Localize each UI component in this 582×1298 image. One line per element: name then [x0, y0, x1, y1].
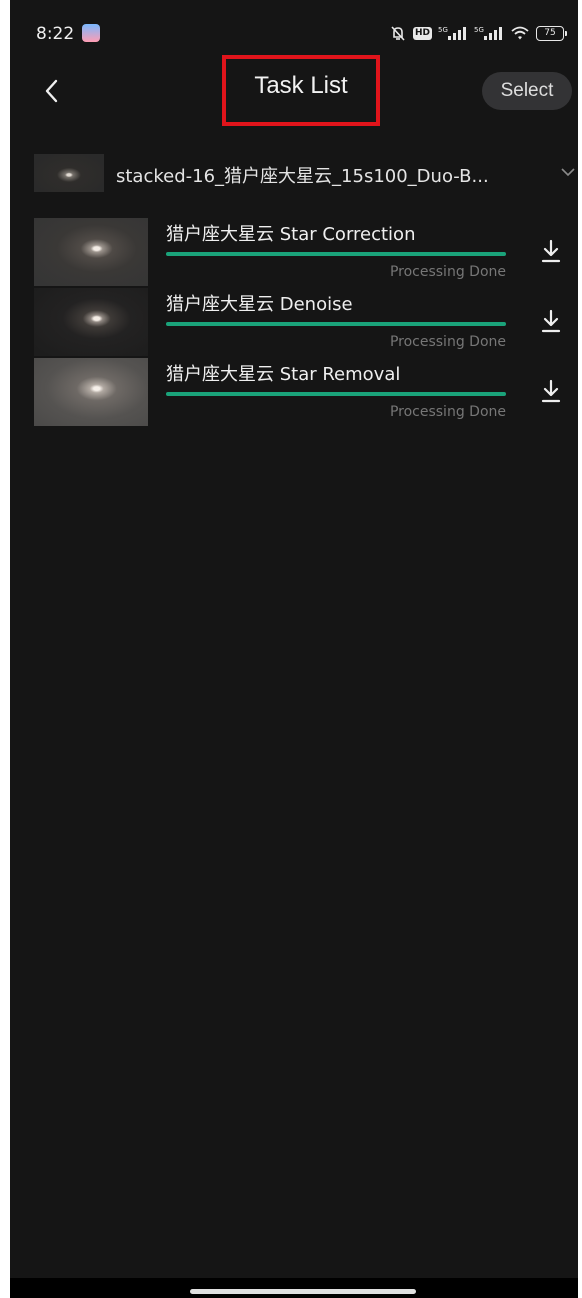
task-title: 猎户座大星云 Denoise — [166, 294, 353, 315]
select-button[interactable]: Select — [482, 72, 572, 110]
wifi-icon — [510, 25, 530, 41]
battery-icon: 75 — [536, 25, 567, 41]
app-notification-icon — [82, 24, 100, 42]
file-name: stacked-16_猎户座大星云_15s100_Duo-B... — [116, 166, 489, 187]
task-status: Processing Done — [389, 404, 506, 420]
signal-label: 5G — [474, 26, 484, 34]
task-item[interactable]: 猎户座大星云 Star Correction Processing Done — [32, 218, 578, 286]
hd-icon: HD — [412, 26, 432, 40]
signal-5g-icon: 5G — [438, 25, 468, 41]
progress-bar — [166, 252, 506, 256]
screen: 8:22 HD 5G 5G 75 Task List Select stacke… — [10, 0, 578, 1298]
progress-fill — [166, 322, 506, 326]
download-icon[interactable] — [540, 378, 562, 406]
task-status: Processing Done — [389, 334, 506, 350]
signal-label: 5G — [438, 26, 448, 34]
page-title: Task List — [254, 72, 348, 99]
navigation-bar — [10, 1278, 578, 1298]
progress-bar — [166, 392, 506, 396]
signal-5g-icon: 5G — [474, 25, 504, 41]
task-item[interactable]: 猎户座大星云 Denoise Processing Done — [32, 288, 578, 356]
task-thumbnail — [34, 288, 148, 356]
download-icon[interactable] — [540, 308, 562, 336]
task-status: Processing Done — [389, 264, 506, 280]
back-button[interactable] — [40, 74, 70, 108]
task-thumbnail — [34, 358, 148, 426]
status-time: 8:22 — [36, 24, 75, 44]
download-icon[interactable] — [540, 238, 562, 266]
progress-fill — [166, 392, 506, 396]
home-indicator[interactable] — [190, 1289, 416, 1294]
task-title: 猎户座大星云 Star Correction — [166, 224, 416, 245]
task-item[interactable]: 猎户座大星云 Star Removal Processing Done — [32, 358, 578, 426]
bell-off-icon — [389, 24, 407, 42]
progress-bar — [166, 322, 506, 326]
task-thumbnail — [34, 218, 148, 286]
file-selector[interactable]: stacked-16_猎户座大星云_15s100_Duo-B... — [32, 152, 578, 196]
status-icons: HD 5G 5G 75 — [389, 24, 567, 42]
progress-fill — [166, 252, 506, 256]
status-bar: 8:22 HD 5G 5G 75 — [10, 0, 578, 60]
chevron-down-icon — [561, 168, 575, 177]
file-thumbnail — [34, 154, 104, 192]
task-title: 猎户座大星云 Star Removal — [166, 364, 401, 385]
chevron-left-icon — [45, 79, 58, 103]
